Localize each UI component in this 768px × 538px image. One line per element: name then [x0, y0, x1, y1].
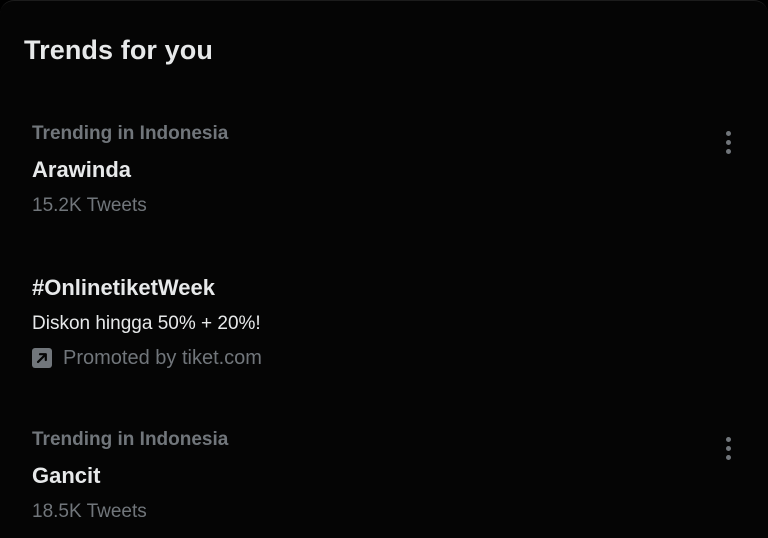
- more-vertical-icon: [725, 436, 731, 442]
- trend-context: Trending in Indonesia: [32, 429, 229, 450]
- trends-panel: Trends for you Trending in Indonesia Ara…: [0, 0, 768, 538]
- section-title: Trends for you: [24, 35, 213, 65]
- trend-name: Arawinda: [32, 157, 132, 182]
- promoted-by-text: Promoted by tiket.com: [63, 346, 262, 369]
- trend-context: Trending in Indonesia: [32, 123, 229, 144]
- trend-name: Gancit: [32, 463, 101, 488]
- trend-name: #OnlinetiketWeek: [32, 275, 215, 300]
- trend-tweet-count: 18.5K Tweets: [32, 501, 147, 522]
- more-options-button[interactable]: [716, 433, 740, 463]
- promoted-trend-item[interactable]: #OnlinetiketWeek Diskon hingga 50% + 20%…: [0, 271, 768, 381]
- trend-item[interactable]: Trending in Indonesia Arawinda 15.2K Twe…: [0, 119, 768, 229]
- more-vertical-icon: [725, 130, 731, 136]
- trend-item[interactable]: Trending in Indonesia Gancit 18.5K Tweet…: [0, 425, 768, 535]
- promoted-arrow-icon: [32, 348, 52, 368]
- more-options-button[interactable]: [716, 127, 740, 157]
- promoted-description: Diskon hingga 50% + 20%!: [32, 313, 261, 334]
- trend-tweet-count: 15.2K Tweets: [32, 195, 147, 216]
- promoted-label[interactable]: Promoted by tiket.com: [32, 345, 262, 371]
